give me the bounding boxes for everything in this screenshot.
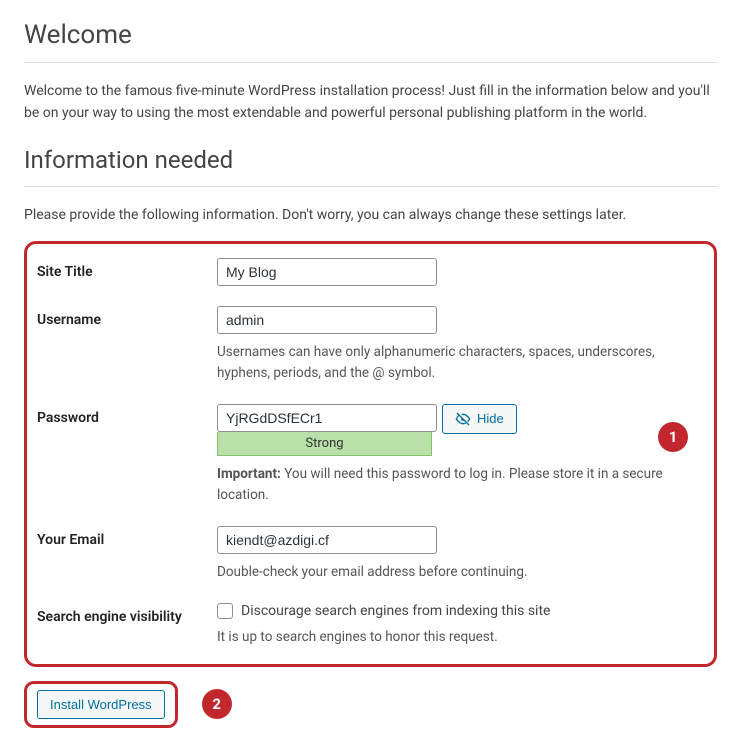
- welcome-heading: Welcome: [24, 20, 717, 50]
- password-important: Important: You will need this password t…: [217, 464, 704, 506]
- site-title-label: Site Title: [37, 258, 217, 280]
- submit-annotation-box: Install WordPress: [24, 681, 178, 728]
- info-needed-heading: Information needed: [24, 146, 717, 174]
- search-visibility-label: Search engine visibility: [37, 603, 217, 625]
- divider: [24, 62, 717, 63]
- site-title-input[interactable]: [217, 258, 437, 286]
- eye-slash-icon: [455, 411, 471, 427]
- hide-password-button[interactable]: Hide: [442, 404, 517, 434]
- username-input[interactable]: [217, 306, 437, 334]
- email-help: Double-check your email address before c…: [217, 562, 704, 583]
- annotation-badge-1: 1: [658, 422, 688, 452]
- password-input[interactable]: [217, 404, 437, 432]
- hide-button-label: Hide: [477, 411, 504, 426]
- form-annotation-box: 1 Site Title Username Usernames can have…: [24, 241, 717, 667]
- install-wordpress-button[interactable]: Install WordPress: [37, 690, 165, 719]
- username-label: Username: [37, 306, 217, 328]
- annotation-badge-2: 2: [202, 689, 232, 719]
- divider: [24, 186, 717, 187]
- info-text: Please provide the following information…: [24, 205, 717, 227]
- password-label: Password: [37, 404, 217, 426]
- email-label: Your Email: [37, 526, 217, 548]
- search-visibility-help: It is up to search engines to honor this…: [217, 627, 704, 648]
- search-visibility-checkbox-label: Discourage search engines from indexing …: [241, 603, 550, 619]
- search-visibility-checkbox[interactable]: [217, 603, 233, 619]
- username-help: Usernames can have only alphanumeric cha…: [217, 342, 704, 384]
- welcome-text: Welcome to the famous five-minute WordPr…: [24, 81, 717, 124]
- email-input[interactable]: [217, 526, 437, 554]
- password-strength: Strong: [217, 432, 432, 456]
